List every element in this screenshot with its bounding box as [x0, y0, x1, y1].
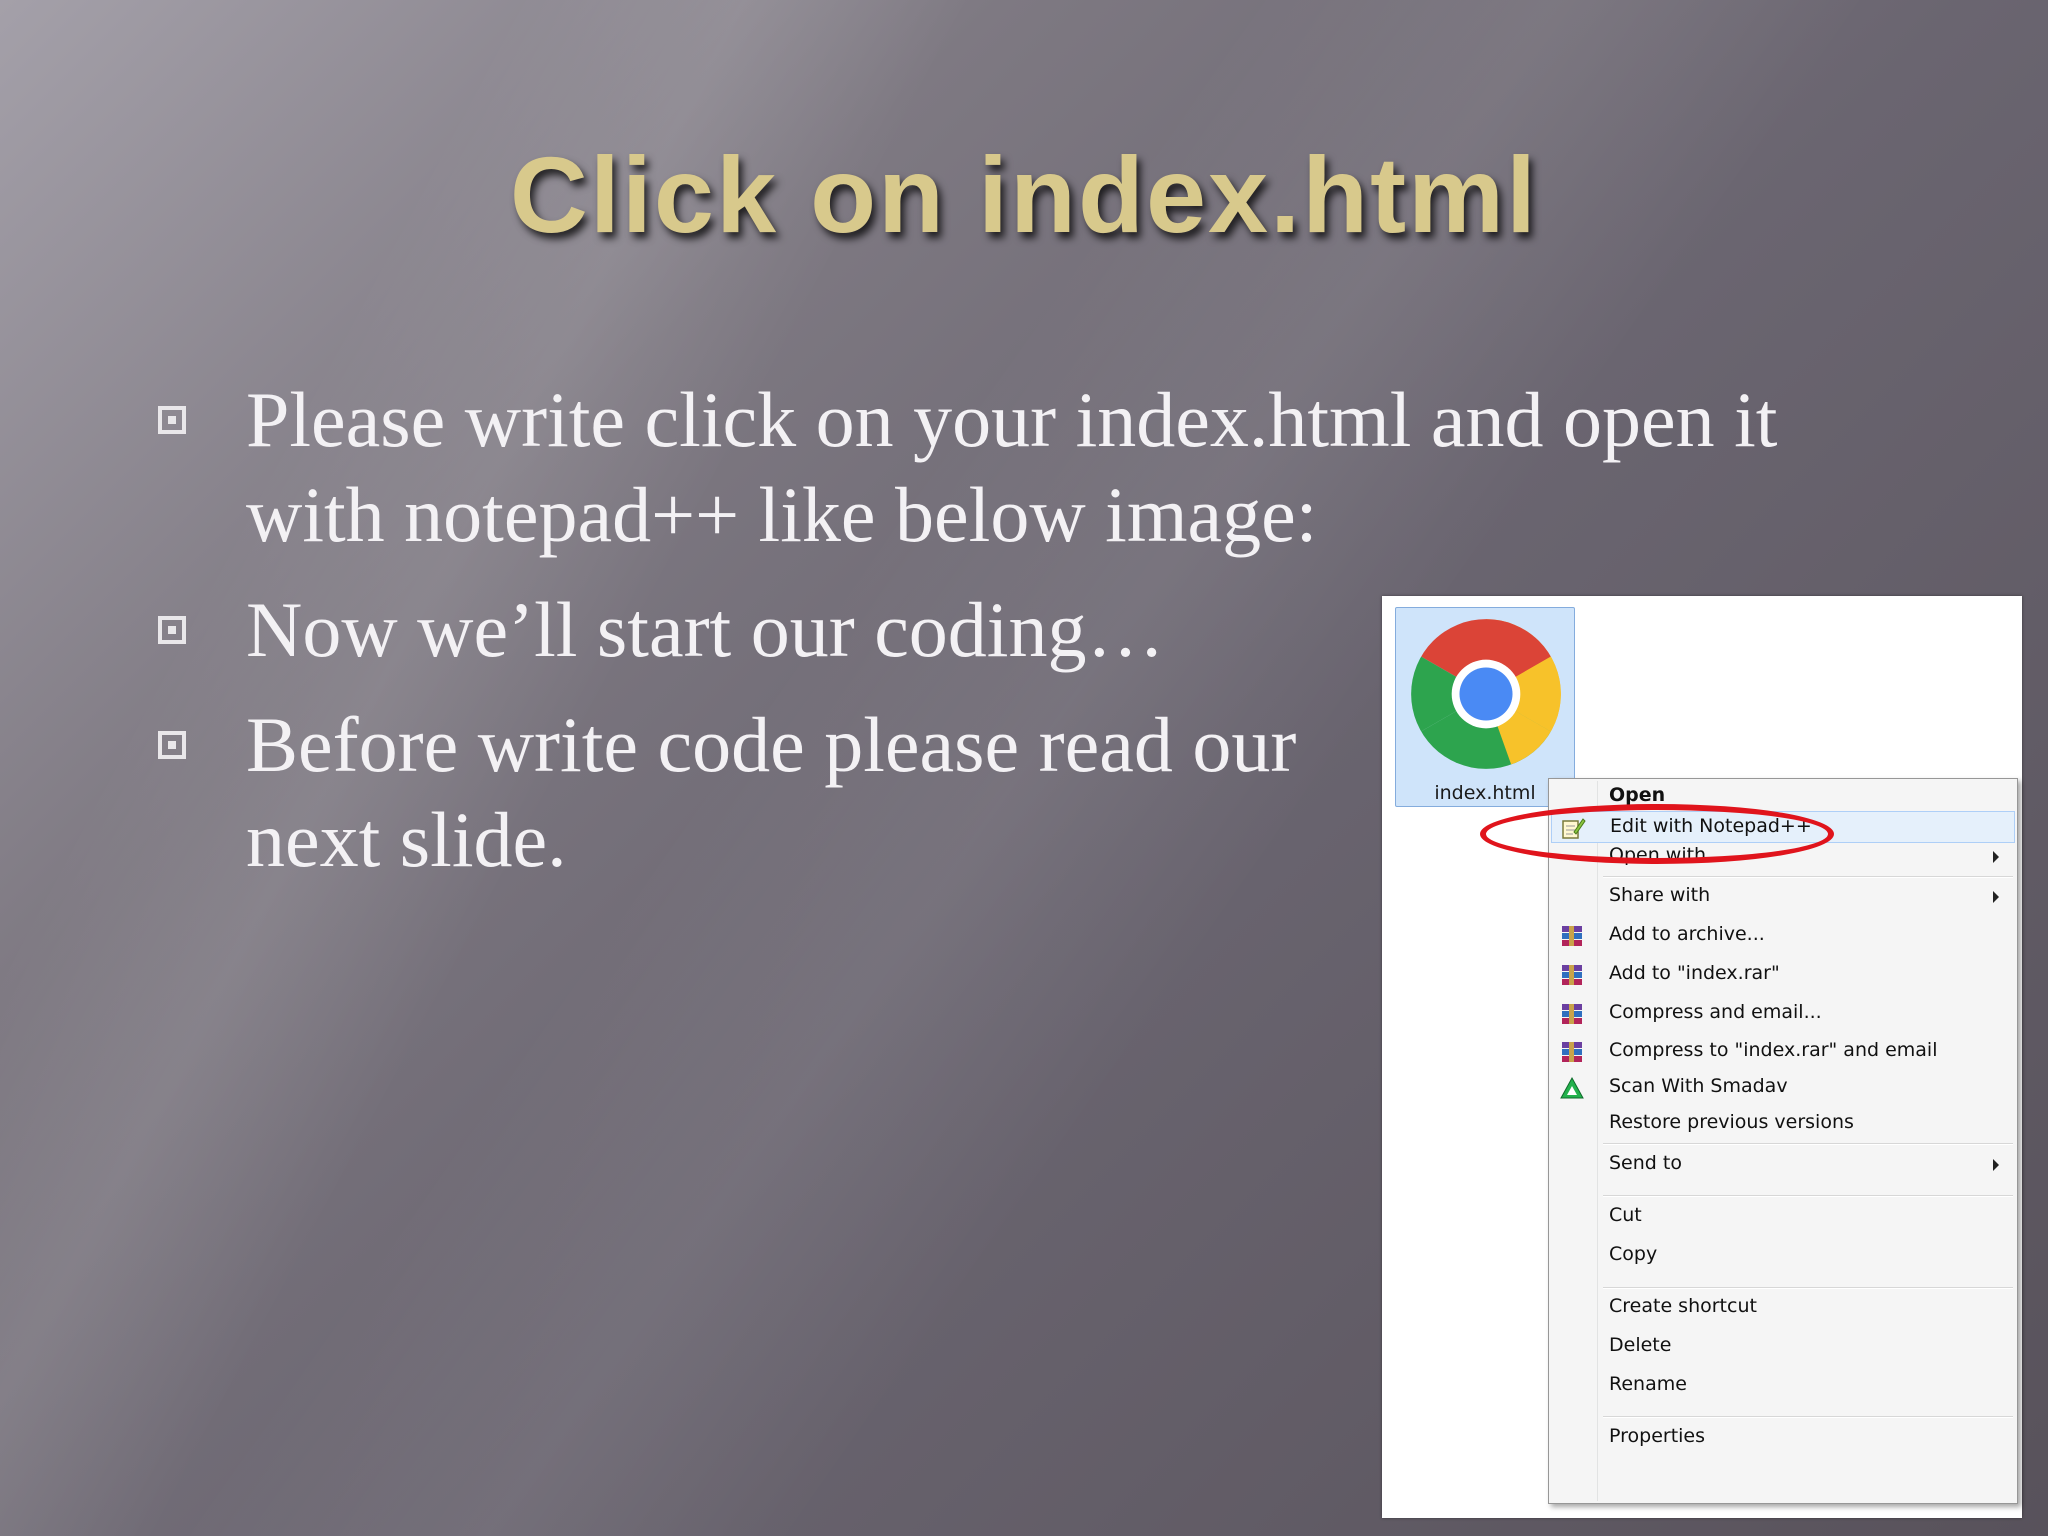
winrar-icon — [1562, 965, 1582, 985]
bullet-item: Please write click on your index.html an… — [150, 372, 1910, 562]
menu-item-label: Edit with Notepad++ — [1610, 815, 1812, 837]
square-bullet-icon — [158, 616, 186, 644]
menu-item-send-to[interactable]: Send to — [1551, 1149, 2015, 1181]
menu-item-label: Delete — [1609, 1334, 1672, 1356]
menu-item-label: Rename — [1609, 1373, 1687, 1395]
menu-item-label: Open — [1609, 784, 1666, 806]
menu-item-add-rar[interactable]: Add to "index.rar" — [1551, 959, 2015, 991]
menu-item-label: Compress and email... — [1609, 1001, 1822, 1023]
menu-item-label: Add to "index.rar" — [1609, 962, 1780, 984]
menu-item-label: Copy — [1609, 1243, 1658, 1265]
file-tile[interactable]: index.html — [1395, 607, 1575, 807]
menu-item-properties[interactable]: Properties — [1551, 1422, 2015, 1454]
winrar-icon — [1562, 1042, 1582, 1062]
square-bullet-icon — [158, 406, 186, 434]
menu-item-cut[interactable]: Cut — [1551, 1201, 2015, 1233]
menu-item-label: Create shortcut — [1609, 1295, 1757, 1317]
menu-item-scan-smadav[interactable]: Scan With Smadav — [1551, 1072, 2015, 1104]
menu-item-delete[interactable]: Delete — [1551, 1331, 2015, 1363]
menu-item-label: Properties — [1609, 1425, 1706, 1447]
menu-item-share-with[interactable]: Share with — [1551, 881, 2015, 913]
menu-separator — [1603, 1195, 2013, 1197]
menu-item-restore-versions[interactable]: Restore previous versions — [1551, 1108, 2015, 1140]
smadav-icon — [1560, 1076, 1584, 1099]
menu-item-label: Open with — [1609, 844, 1707, 866]
notepad-plus-plus-icon — [1562, 818, 1586, 839]
explorer-screenshot: index.html Open Edit with Notepad++ Open… — [1382, 596, 2022, 1518]
menu-item-label: Send to — [1609, 1152, 1682, 1174]
menu-item-create-shortcut[interactable]: Create shortcut — [1551, 1292, 2015, 1324]
bullet-text: Before write code please read our next s… — [246, 701, 1297, 883]
menu-separator — [1603, 876, 2013, 878]
menu-item-add-archive[interactable]: Add to archive... — [1551, 920, 2015, 952]
submenu-arrow-icon — [1993, 851, 1999, 863]
menu-separator — [1603, 1416, 2013, 1418]
menu-item-rename[interactable]: Rename — [1551, 1370, 2015, 1402]
submenu-arrow-icon — [1993, 891, 1999, 903]
menu-item-edit-notepad[interactable]: Edit with Notepad++ — [1551, 811, 2015, 843]
menu-separator — [1603, 1143, 2013, 1145]
bullet-text: Please write click on your index.html an… — [246, 376, 1778, 558]
menu-item-label: Share with — [1609, 884, 1711, 906]
submenu-arrow-icon — [1993, 1159, 1999, 1171]
square-bullet-icon — [158, 731, 186, 759]
menu-item-label: Cut — [1609, 1204, 1642, 1226]
menu-item-label: Scan With Smadav — [1609, 1075, 1788, 1097]
menu-item-compress-email[interactable]: Compress and email... — [1551, 998, 2015, 1030]
menu-item-open[interactable]: Open — [1551, 781, 2015, 813]
menu-item-label: Compress to "index.rar" and email — [1609, 1039, 1938, 1061]
context-menu: Open Edit with Notepad++ Open with Share… — [1548, 778, 2018, 1504]
winrar-icon — [1562, 926, 1582, 946]
menu-separator — [1603, 1287, 2013, 1289]
chrome-icon — [1411, 619, 1561, 769]
menu-item-label: Restore previous versions — [1609, 1111, 1854, 1133]
menu-item-copy[interactable]: Copy — [1551, 1240, 2015, 1272]
menu-item-open-with[interactable]: Open with — [1551, 841, 2015, 873]
winrar-icon — [1562, 1004, 1582, 1024]
menu-item-compress-rar-email[interactable]: Compress to "index.rar" and email — [1551, 1036, 2015, 1068]
slide-title: Click on index.html — [509, 134, 1539, 255]
menu-item-label: Add to archive... — [1609, 923, 1765, 945]
